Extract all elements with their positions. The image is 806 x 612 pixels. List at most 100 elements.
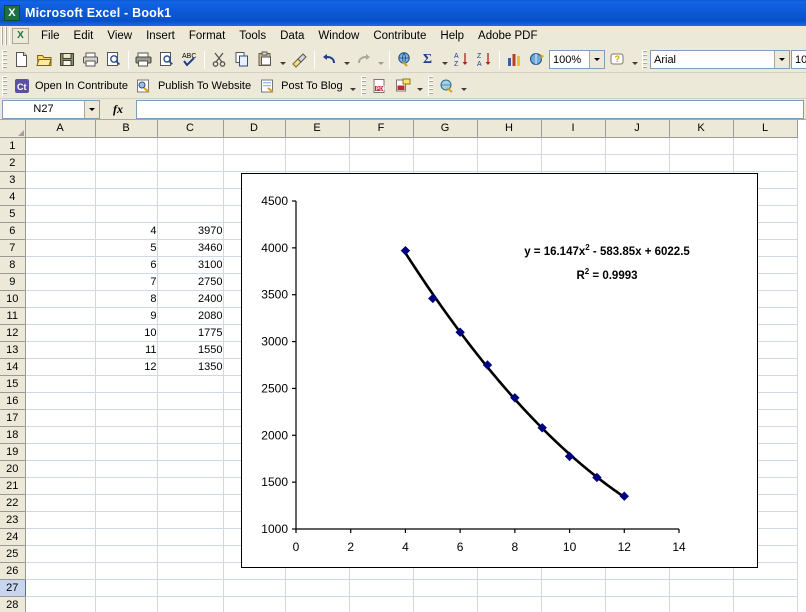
cell-A9[interactable] [25,273,95,290]
cell-C20[interactable] [157,460,223,477]
workbook-icon[interactable] [12,28,29,44]
cell-B11[interactable]: 9 [95,307,157,324]
cell-C13[interactable]: 1550 [157,341,223,358]
cell-C3[interactable] [157,171,223,188]
contribute-toolbar-grip[interactable] [2,76,7,96]
font-name-combo[interactable]: Arial [650,50,790,69]
row-header-21[interactable]: 21 [0,477,25,494]
cell-J27[interactable] [605,579,669,596]
cell-G2[interactable] [413,154,477,171]
cell-A3[interactable] [25,171,95,188]
font-name-dropdown-arrow[interactable] [774,51,789,68]
pdf-toolbar-grip[interactable] [361,76,366,96]
save-icon[interactable] [56,49,79,71]
cell-C1[interactable] [157,137,223,154]
pdf-options-arrow[interactable] [415,75,426,97]
cell-H2[interactable] [477,154,541,171]
menu-data[interactable]: Data [273,28,311,44]
pdf-mail-options-arrow[interactable] [459,75,470,97]
cell-B17[interactable] [95,409,157,426]
cell-C26[interactable] [157,562,223,579]
paste-icon[interactable] [254,49,277,71]
select-all-corner[interactable] [0,120,25,137]
autosum-dropdown-arrow[interactable] [439,49,450,71]
cell-A28[interactable] [25,596,95,612]
cell-I27[interactable] [541,579,605,596]
column-header-k[interactable]: K [669,120,733,137]
cell-A11[interactable] [25,307,95,324]
cell-B3[interactable] [95,171,157,188]
adobe-pdf-convert-icon[interactable]: PDF [369,75,392,97]
cell-C5[interactable] [157,205,223,222]
row-header-26[interactable]: 26 [0,562,25,579]
menu-file[interactable]: File [34,28,67,44]
sort-descending-icon[interactable]: ZA [473,49,496,71]
menu-view[interactable]: View [100,28,139,44]
cell-B2[interactable] [95,154,157,171]
cell-G27[interactable] [413,579,477,596]
cell-E2[interactable] [285,154,349,171]
cell-B18[interactable] [95,426,157,443]
cell-F2[interactable] [349,154,413,171]
pdf-mail-grip[interactable] [428,76,433,96]
cell-C27[interactable] [157,579,223,596]
cell-K28[interactable] [669,596,733,612]
cell-A24[interactable] [25,528,95,545]
zoom-dropdown-arrow[interactable] [589,51,604,68]
column-header-c[interactable]: C [157,120,223,137]
column-header-j[interactable]: J [605,120,669,137]
cell-A12[interactable] [25,324,95,341]
cell-A17[interactable] [25,409,95,426]
help-icon[interactable]: ? [606,49,629,71]
redo-icon[interactable] [352,49,375,71]
post-to-blog-label[interactable]: Post To Blog [279,80,348,92]
autosum-icon[interactable]: Σ [416,49,439,71]
undo-icon[interactable] [318,49,341,71]
row-header-18[interactable]: 18 [0,426,25,443]
cell-B13[interactable]: 11 [95,341,157,358]
formula-input[interactable] [136,100,804,119]
cell-C16[interactable] [157,392,223,409]
cell-B19[interactable] [95,443,157,460]
name-box-dropdown-arrow[interactable] [84,101,99,118]
cell-B12[interactable]: 10 [95,324,157,341]
copy-icon[interactable] [231,49,254,71]
row-header-28[interactable]: 28 [0,596,25,612]
cell-B28[interactable] [95,596,157,612]
cell-B23[interactable] [95,511,157,528]
cut-icon[interactable] [208,49,231,71]
cell-B8[interactable]: 6 [95,256,157,273]
cell-C21[interactable] [157,477,223,494]
cell-C2[interactable] [157,154,223,171]
print-icon[interactable] [79,49,102,71]
font-size-combo[interactable]: 10 [791,50,806,69]
menu-contribute[interactable]: Contribute [366,28,433,44]
row-header-9[interactable]: 9 [0,273,25,290]
cell-A5[interactable] [25,205,95,222]
contribute-logo-icon[interactable]: Ct [10,75,33,97]
cell-B24[interactable] [95,528,157,545]
row-header-12[interactable]: 12 [0,324,25,341]
open-icon[interactable] [33,49,56,71]
insert-function-icon[interactable]: fx [100,102,136,117]
menu-adobe-pdf[interactable]: Adobe PDF [471,28,544,44]
cell-E1[interactable] [285,137,349,154]
cell-A21[interactable] [25,477,95,494]
row-header-17[interactable]: 17 [0,409,25,426]
cell-I28[interactable] [541,596,605,612]
cell-B26[interactable] [95,562,157,579]
standard-toolbar-grip[interactable] [2,50,7,70]
cell-D28[interactable] [223,596,285,612]
cell-A2[interactable] [25,154,95,171]
cell-G28[interactable] [413,596,477,612]
row-header-5[interactable]: 5 [0,205,25,222]
row-header-7[interactable]: 7 [0,239,25,256]
cell-C9[interactable]: 2750 [157,273,223,290]
print-preview-icon[interactable] [102,49,125,71]
cell-B4[interactable] [95,188,157,205]
row-header-11[interactable]: 11 [0,307,25,324]
row-header-15[interactable]: 15 [0,375,25,392]
cell-L2[interactable] [733,154,797,171]
menu-format[interactable]: Format [182,28,232,44]
name-box[interactable]: N27 [2,100,100,119]
